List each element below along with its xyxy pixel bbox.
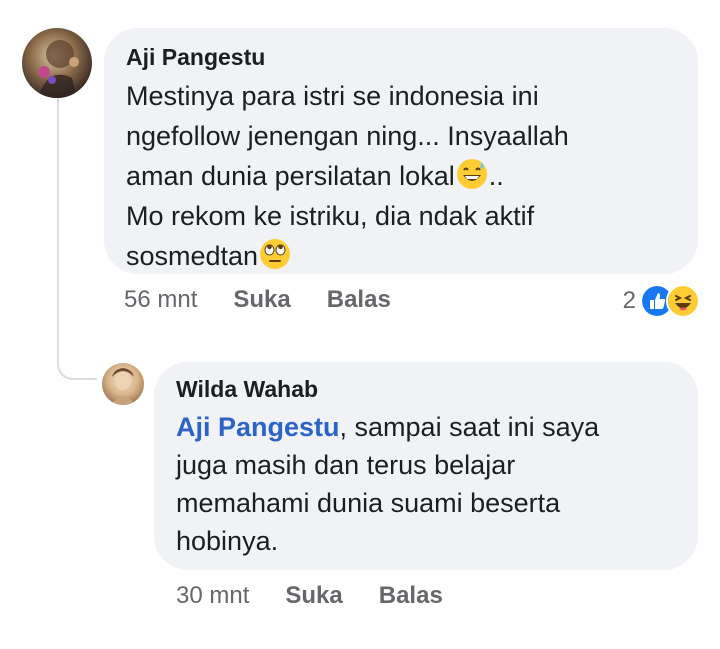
thread-line (57, 98, 59, 360)
comment-bubble: Wilda Wahab Aji Pangestu, sampai saat in… (154, 362, 698, 570)
avatar[interactable] (102, 363, 144, 405)
comment-time[interactable]: 30 mnt (176, 582, 249, 610)
comment-text: Aji Pangestu, sampai saat ini saya juga … (176, 408, 674, 560)
grinning-sweat-emoji (456, 159, 487, 189)
thread-reply-connector (57, 352, 97, 380)
comment-author[interactable]: Aji Pangestu (126, 42, 674, 72)
like-button[interactable]: Suka (233, 286, 290, 314)
comment-author[interactable]: Wilda Wahab (176, 374, 674, 404)
reply-button[interactable]: Balas (327, 286, 391, 314)
comment-bubble: Aji Pangestu Mestinya para istri se indo… (104, 28, 698, 274)
avatar[interactable] (22, 28, 92, 98)
comment-meta: 56 mnt Suka Balas (124, 286, 427, 314)
mention-link[interactable]: Aji Pangestu (176, 412, 340, 442)
reaction-count: 2 (622, 287, 636, 314)
haha-icon (666, 284, 700, 318)
comment-meta: 30 mnt Suka Balas (176, 582, 479, 610)
reaction-summary[interactable]: 2 (623, 284, 700, 318)
comment-text: Mestinya para istri se indonesia ini nge… (126, 76, 674, 276)
comment-time[interactable]: 56 mnt (124, 286, 197, 314)
rolling-eyes-emoji (260, 239, 291, 269)
like-button[interactable]: Suka (285, 582, 342, 610)
reply-button[interactable]: Balas (379, 582, 443, 610)
